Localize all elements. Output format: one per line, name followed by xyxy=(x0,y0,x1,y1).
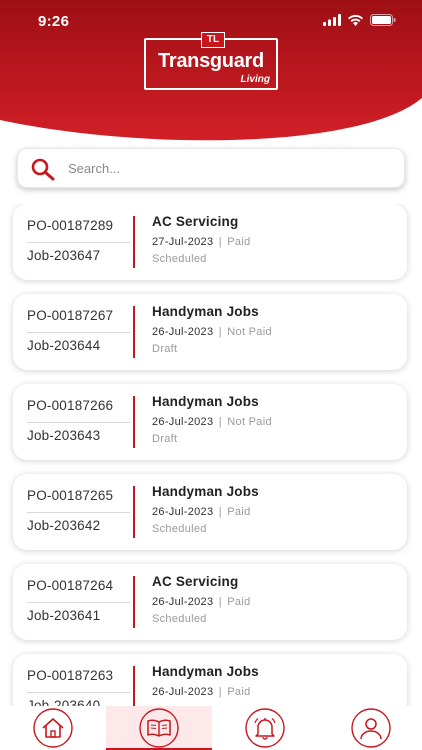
nav-item-notifications[interactable] xyxy=(212,706,318,750)
app-header: 9:26 TL Transguard Living xyxy=(0,0,422,150)
signal-icon xyxy=(323,14,341,26)
payment-status: Paid xyxy=(227,506,251,518)
po-number: PO-00187266 xyxy=(27,398,114,413)
job-number: Job-203640 xyxy=(27,698,101,706)
job-number: Job-203643 xyxy=(27,428,101,443)
nav-item-profile[interactable] xyxy=(318,706,422,750)
ids-divider xyxy=(27,512,130,513)
job-card[interactable]: PO-00187264 Job-203641 AC Servicing 26-J… xyxy=(13,564,407,640)
job-title: Handyman Jobs xyxy=(152,664,259,679)
card-accent-bar xyxy=(133,576,135,628)
job-meta: 26-Jul-2023 | Paid xyxy=(152,596,251,608)
meta-separator: | xyxy=(218,596,222,608)
job-card[interactable]: PO-00187267 Job-203644 Handyman Jobs 26-… xyxy=(13,294,407,370)
job-title: Handyman Jobs xyxy=(152,394,259,409)
profile-icon xyxy=(351,708,391,748)
battery-icon xyxy=(370,14,396,26)
job-meta: 26-Jul-2023 | Paid xyxy=(152,686,251,698)
search-input[interactable] xyxy=(68,149,388,187)
job-meta: 26-Jul-2023 | Paid xyxy=(152,506,251,518)
logo-title: Transguard xyxy=(158,50,264,72)
po-number: PO-00187265 xyxy=(27,488,114,503)
job-status: Scheduled xyxy=(152,523,207,535)
card-accent-bar xyxy=(133,396,135,448)
book-icon xyxy=(139,708,179,748)
job-ids: PO-00187264 Job-203641 xyxy=(13,564,133,640)
bottom-nav xyxy=(0,706,422,750)
job-number: Job-203641 xyxy=(27,608,101,623)
meta-separator: | xyxy=(218,326,222,338)
job-date: 26-Jul-2023 xyxy=(152,596,214,608)
job-date: 26-Jul-2023 xyxy=(152,416,214,428)
card-accent-bar xyxy=(133,306,135,358)
po-number: PO-00187264 xyxy=(27,578,114,593)
payment-status: Not Paid xyxy=(227,326,272,338)
po-number: PO-00187263 xyxy=(27,668,114,683)
job-status: Draft xyxy=(152,433,178,445)
job-ids: PO-00187266 Job-203643 xyxy=(13,384,133,460)
job-ids: PO-00187267 Job-203644 xyxy=(13,294,133,370)
job-status: Scheduled xyxy=(152,613,207,625)
payment-status: Paid xyxy=(227,686,251,698)
ids-divider xyxy=(27,332,130,333)
po-number: PO-00187289 xyxy=(27,218,114,233)
payment-status: Not Paid xyxy=(227,416,272,428)
po-number: PO-00187267 xyxy=(27,308,114,323)
job-ids: PO-00187289 Job-203647 xyxy=(13,204,133,280)
nav-item-home[interactable] xyxy=(0,706,106,750)
job-ids: PO-00187265 Job-203642 xyxy=(13,474,133,550)
job-card[interactable]: PO-00187263 Job-203640 Handyman Jobs 26-… xyxy=(13,654,407,706)
job-title: Handyman Jobs xyxy=(152,484,259,499)
job-status: Scheduled xyxy=(152,253,207,265)
payment-status: Paid xyxy=(227,596,251,608)
bell-icon xyxy=(245,708,285,748)
job-date: 26-Jul-2023 xyxy=(152,326,214,338)
job-title: AC Servicing xyxy=(152,574,239,589)
job-card[interactable]: PO-00187266 Job-203643 Handyman Jobs 26-… xyxy=(13,384,407,460)
job-card[interactable]: PO-00187289 Job-203647 AC Servicing 27-J… xyxy=(13,204,407,280)
job-meta: 27-Jul-2023 | Paid xyxy=(152,236,251,248)
search-icon[interactable] xyxy=(30,157,56,181)
job-date: 27-Jul-2023 xyxy=(152,236,214,248)
job-title: AC Servicing xyxy=(152,214,239,229)
card-accent-bar xyxy=(133,216,135,268)
card-accent-bar xyxy=(133,486,135,538)
meta-separator: | xyxy=(218,416,222,428)
ids-divider xyxy=(27,422,130,423)
wifi-icon xyxy=(348,14,363,26)
ids-divider xyxy=(27,602,130,603)
job-status: Draft xyxy=(152,343,178,355)
meta-separator: | xyxy=(218,506,222,518)
job-date: 26-Jul-2023 xyxy=(152,686,214,698)
status-icons xyxy=(323,14,396,26)
payment-status: Paid xyxy=(227,236,251,248)
ids-divider xyxy=(27,242,130,243)
status-time: 9:26 xyxy=(38,13,70,30)
transguard-logo: TL Transguard Living xyxy=(144,32,278,90)
search-bar xyxy=(17,148,405,188)
job-list: PO-00187289 Job-203647 AC Servicing 27-J… xyxy=(0,204,422,706)
job-number: Job-203642 xyxy=(27,518,101,533)
job-number: Job-203647 xyxy=(27,248,101,263)
meta-separator: | xyxy=(218,686,222,698)
job-number: Job-203644 xyxy=(27,338,101,353)
job-card[interactable]: PO-00187265 Job-203642 Handyman Jobs 26-… xyxy=(13,474,407,550)
job-meta: 26-Jul-2023 | Not Paid xyxy=(152,326,272,338)
job-title: Handyman Jobs xyxy=(152,304,259,319)
logo-subtitle: Living xyxy=(240,74,270,85)
card-accent-bar xyxy=(133,666,135,706)
nav-item-jobs[interactable] xyxy=(106,706,212,750)
job-date: 26-Jul-2023 xyxy=(152,506,214,518)
meta-separator: | xyxy=(218,236,222,248)
job-meta: 26-Jul-2023 | Not Paid xyxy=(152,416,272,428)
job-ids: PO-00187263 Job-203640 xyxy=(13,654,133,706)
home-icon xyxy=(33,708,73,748)
logo-badge: TL xyxy=(201,32,225,48)
ids-divider xyxy=(27,692,130,693)
